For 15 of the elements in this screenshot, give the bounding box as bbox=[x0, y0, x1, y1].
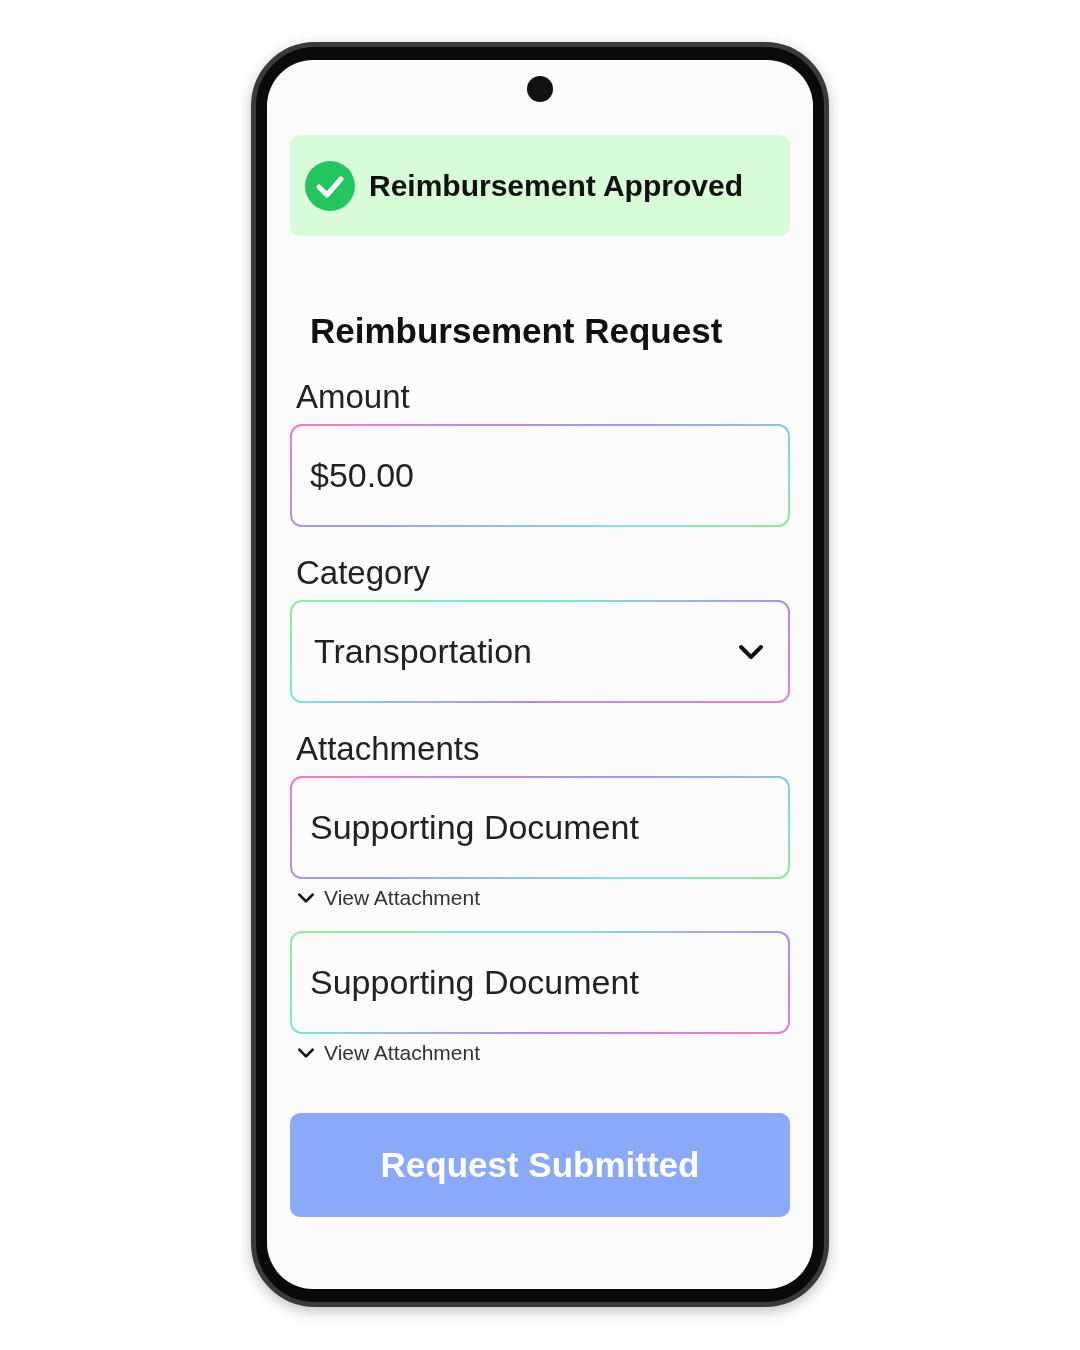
field-label: Amount bbox=[296, 378, 411, 416]
category-dropdown[interactable]: Transportation bbox=[290, 600, 790, 703]
view-attachment-link[interactable]: View Attachment bbox=[296, 1040, 784, 1066]
field-label: Category bbox=[296, 554, 431, 592]
view-attachment-link[interactable]: View Attachment bbox=[296, 885, 784, 911]
check-circle-icon bbox=[305, 160, 355, 211]
input-field[interactable]: $50.00 bbox=[290, 424, 790, 527]
banner-text: Reimbursement Approved bbox=[369, 168, 743, 203]
attachment-field: Supporting Document bbox=[290, 776, 790, 879]
camera-icon bbox=[527, 76, 553, 102]
form-title: Reimbursement Request bbox=[310, 311, 724, 351]
link-text[interactable]: View Attachment bbox=[324, 1040, 481, 1066]
link-text[interactable]: View Attachment bbox=[324, 885, 481, 911]
field-label: Attachments bbox=[296, 730, 481, 768]
attachment-field: Supporting Document bbox=[290, 931, 790, 1034]
